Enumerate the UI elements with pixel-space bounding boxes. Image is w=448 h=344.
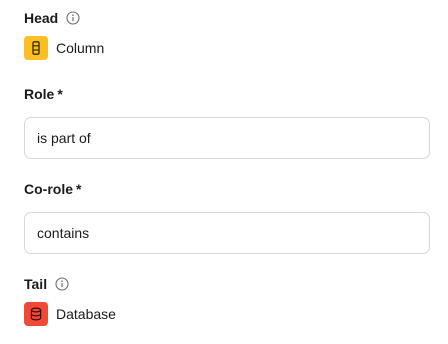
- role-input-value: is part of: [37, 130, 91, 146]
- column-icon: [24, 36, 48, 60]
- info-icon[interactable]: [54, 277, 69, 292]
- relation-form: Head Column Role * is part of Co-role * …: [0, 0, 448, 344]
- tail-section: Tail Database: [24, 275, 430, 326]
- role-input[interactable]: is part of: [24, 117, 430, 159]
- head-value: Column: [56, 40, 105, 56]
- tail-value-row[interactable]: Database: [24, 302, 430, 326]
- head-label: Head: [24, 10, 59, 26]
- required-marker: *: [76, 181, 82, 197]
- co-role-input[interactable]: contains: [24, 212, 430, 254]
- co-role-section: Co-role * contains: [24, 180, 430, 254]
- co-role-input-value: contains: [37, 225, 90, 241]
- co-role-label: Co-role: [24, 181, 73, 197]
- tail-label-row: Tail: [24, 275, 430, 293]
- info-icon[interactable]: [65, 11, 80, 26]
- head-section: Head Column: [24, 9, 430, 60]
- tail-value: Database: [56, 306, 116, 322]
- head-value-row[interactable]: Column: [24, 36, 430, 60]
- role-label: Role: [24, 86, 55, 102]
- database-icon: [24, 302, 48, 326]
- tail-label: Tail: [24, 276, 48, 292]
- co-role-label-row: Co-role *: [24, 180, 430, 198]
- required-marker: *: [57, 86, 63, 102]
- role-label-row: Role *: [24, 85, 430, 103]
- role-section: Role * is part of: [24, 85, 430, 159]
- head-label-row: Head: [24, 9, 430, 27]
